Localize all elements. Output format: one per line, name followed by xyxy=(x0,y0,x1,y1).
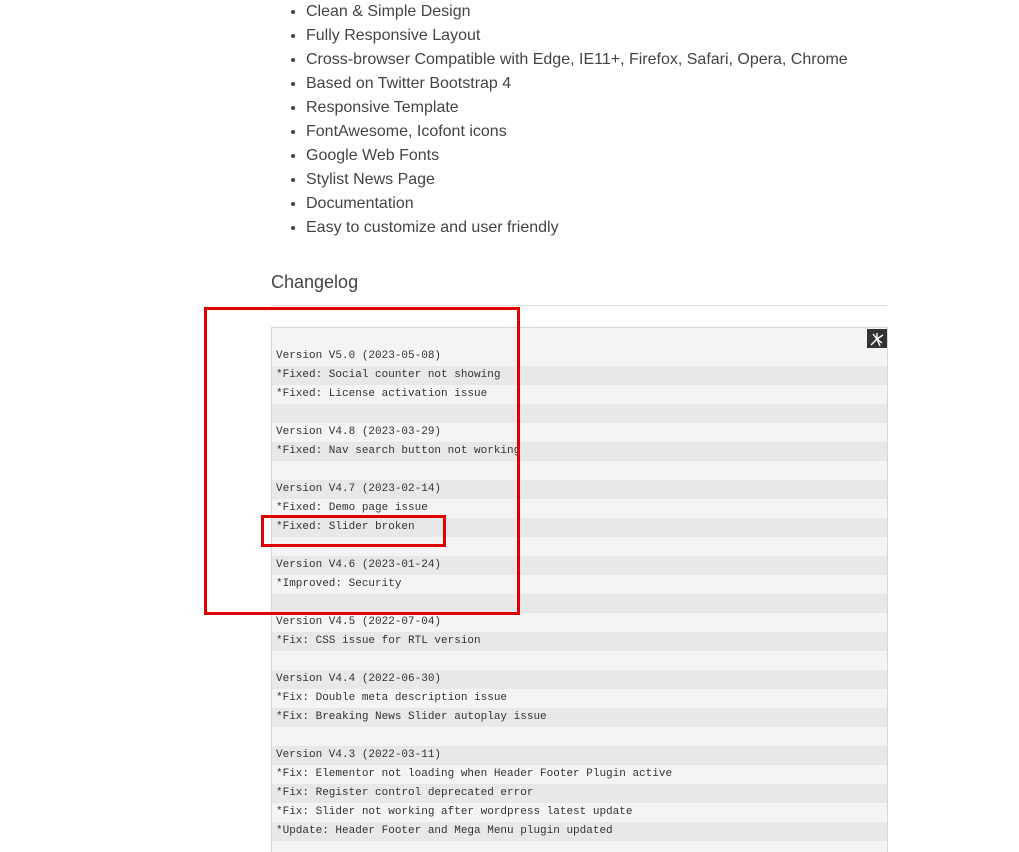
code-line: Version V4.7 (2023-02-14) xyxy=(272,480,887,499)
code-line: Version V4.8 (2023-03-29) xyxy=(272,423,887,442)
feature-item: Google Web Fonts xyxy=(306,144,848,168)
code-line: Version V4.5 (2022-07-04) xyxy=(272,613,887,632)
expand-code-icon[interactable] xyxy=(867,329,887,348)
feature-item: Clean & Simple Design xyxy=(306,0,848,24)
code-line: *Fix: Breaking News Slider autoplay issu… xyxy=(272,708,887,727)
code-line: Version V5.0 (2023-05-08) xyxy=(272,347,887,366)
code-line: *Fixed: Slider broken xyxy=(272,518,887,537)
code-line: *Fix: CSS issue for RTL version xyxy=(272,632,887,651)
code-line xyxy=(272,727,887,746)
code-line xyxy=(272,841,887,852)
code-line xyxy=(272,461,887,480)
code-line: Version V4.4 (2022-06-30) xyxy=(272,670,887,689)
feature-item: Easy to customize and user friendly xyxy=(306,216,848,240)
feature-item: FontAwesome, Icofont icons xyxy=(306,120,848,144)
code-lines: Version V5.0 (2023-05-08) *Fixed: Social… xyxy=(272,347,887,852)
code-line: *Fixed: License activation issue xyxy=(272,385,887,404)
feature-item: Documentation xyxy=(306,192,848,216)
code-line: *Fixed: Nav search button not working xyxy=(272,442,887,461)
expand-code-icon-glyph xyxy=(870,332,884,346)
code-line: Version V4.6 (2023-01-24) xyxy=(272,556,887,575)
code-line: *Fix: Double meta description issue xyxy=(272,689,887,708)
code-line: *Fixed: Social counter not showing xyxy=(272,366,887,385)
code-line: *Update: Header Footer and Mega Menu plu… xyxy=(272,822,887,841)
feature-item: Based on Twitter Bootstrap 4 xyxy=(306,72,848,96)
feature-item: Fully Responsive Layout xyxy=(306,24,848,48)
feature-item: Responsive Template xyxy=(306,96,848,120)
code-line: *Fix: Register control deprecated error xyxy=(272,784,887,803)
section-divider xyxy=(271,305,887,306)
code-line: *Fixed: Demo page issue xyxy=(272,499,887,518)
changelog-heading: Changelog xyxy=(271,272,359,292)
code-line: *Improved: Security xyxy=(272,575,887,594)
code-line xyxy=(272,651,887,670)
code-toolbar xyxy=(272,328,887,348)
code-line: Version V4.3 (2022-03-11) xyxy=(272,746,887,765)
feature-item: Cross-browser Compatible with Edge, IE11… xyxy=(306,48,848,72)
code-line xyxy=(272,537,887,556)
code-line: *Fix: Elementor not loading when Header … xyxy=(272,765,887,784)
feature-item: Stylist News Page xyxy=(306,168,848,192)
code-line xyxy=(272,404,887,423)
code-line xyxy=(272,594,887,613)
changelog-code-block[interactable]: Version V5.0 (2023-05-08) *Fixed: Social… xyxy=(271,327,888,852)
code-line: *Fix: Slider not working after wordpress… xyxy=(272,803,887,822)
feature-list: Clean & Simple Design Fully Responsive L… xyxy=(287,0,848,240)
